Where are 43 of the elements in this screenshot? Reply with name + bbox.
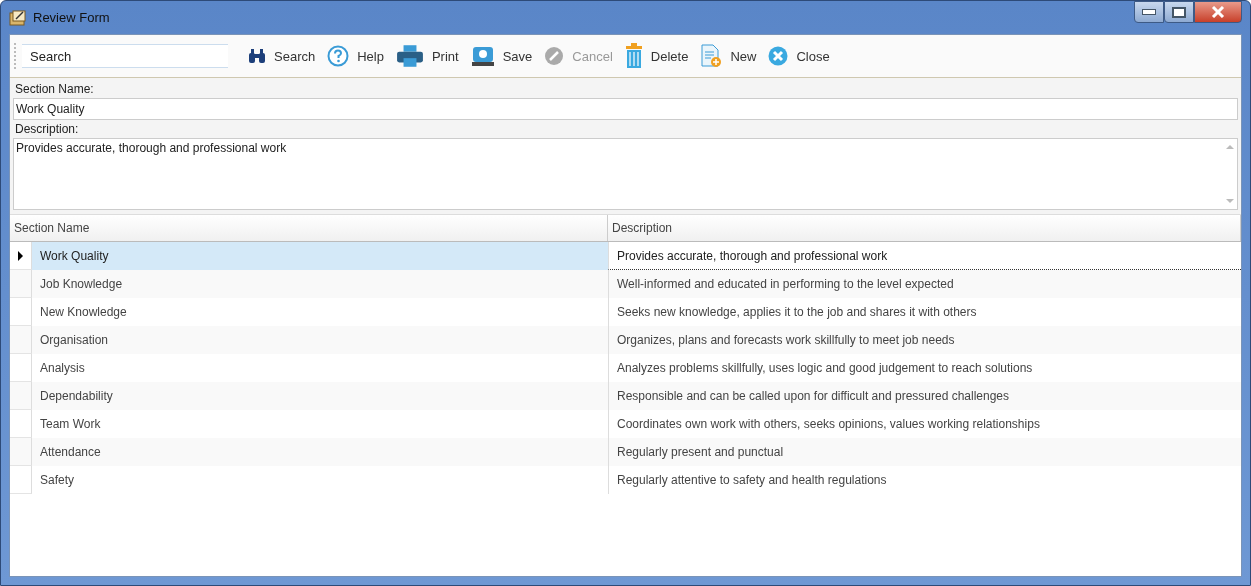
table-cell: Organizes, plans and forecasts work skillfully to meet job needs: [608, 326, 1241, 354]
close-icon: [1211, 6, 1225, 18]
toolbar-button[interactable]: Delete: [618, 40, 695, 72]
column-header[interactable]: Description: [608, 215, 1241, 241]
close-icon: [768, 46, 789, 66]
toolbar-button[interactable]: Save: [464, 40, 539, 72]
section-name-field[interactable]: Work Quality: [13, 98, 1238, 120]
column-header[interactable]: Section Name: [10, 215, 608, 241]
table-cell-text: Organisation: [39, 332, 110, 349]
minimize-button[interactable]: [1134, 1, 1164, 23]
window-title: Review Form: [33, 10, 110, 25]
toolbar-button[interactable]: Help: [321, 40, 390, 72]
prohibited-icon: [544, 46, 565, 66]
table-cell: Work Quality: [32, 242, 608, 270]
form-icon: [9, 9, 27, 26]
binoculars-icon: [248, 48, 266, 64]
table-cell-text: Team Work: [39, 416, 102, 433]
toolbar-button[interactable]: Print: [389, 40, 465, 72]
table-cell-text: Job Knowledge: [39, 276, 124, 293]
table-cell-text: Safety: [39, 472, 76, 489]
table-cell-text: New Knowledge: [39, 304, 128, 321]
maximize-button[interactable]: [1164, 1, 1194, 23]
table-cell: Regularly present and punctual: [608, 438, 1241, 466]
table-cell: Provides accurate, thorough and professional work: [608, 242, 1241, 270]
table-cell-text: Analysis: [39, 360, 86, 377]
hard-drive-icon: [470, 45, 495, 67]
field-label: Description:: [14, 121, 80, 138]
toolbar-button[interactable]: Search: [242, 40, 322, 72]
toolbar-button[interactable]: Close: [762, 40, 836, 72]
current-row-icon: [18, 250, 23, 261]
close-button[interactable]: [1194, 1, 1242, 23]
trash-can-icon: [624, 43, 643, 69]
table-cell: Regularly attentive to safety and health regulations: [608, 466, 1241, 494]
field-label: Section Name:: [14, 81, 95, 98]
question-mark-icon: [327, 45, 350, 67]
search-field[interactable]: Search: [22, 44, 228, 68]
document-plus-icon: [700, 44, 723, 68]
table-cell-text: Dependability: [39, 388, 114, 405]
table-cell: Responsible and can be called upon for difficult and pressured challenges: [608, 382, 1241, 410]
printer-icon: [395, 44, 424, 68]
table-cell-text: Attendance: [39, 444, 102, 461]
toolbar-button[interactable]: New: [694, 40, 763, 72]
table-cell: Well-informed and educated in performing to the level expected: [608, 270, 1241, 298]
